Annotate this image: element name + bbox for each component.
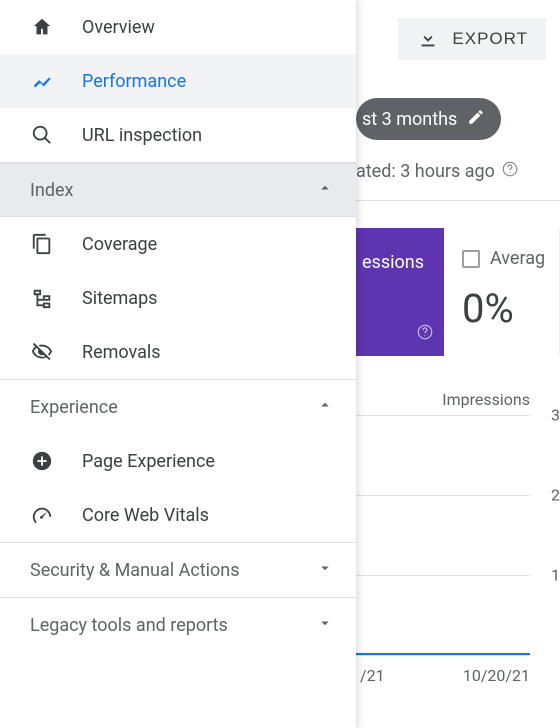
sidebar-item-label: Page Experience	[82, 451, 215, 472]
date-filter-label: st 3 months	[362, 109, 457, 130]
chevron-down-icon	[316, 559, 334, 582]
home-icon	[30, 16, 54, 38]
export-button[interactable]: EXPORT	[398, 18, 546, 60]
sidebar-item-label: Overview	[82, 17, 155, 38]
impressions-chart: Impressions 3 2 1 /21 10/20/21	[356, 390, 560, 688]
section-label: Security & Manual Actions	[30, 560, 240, 581]
section-label: Index	[30, 180, 73, 201]
sidebar-item-label: Removals	[82, 342, 161, 363]
x-tick: 10/20/21	[463, 666, 530, 685]
visibility-off-icon	[30, 341, 54, 363]
section-head-security[interactable]: Security & Manual Actions	[0, 543, 356, 597]
download-icon	[416, 28, 440, 50]
y-tick: 1	[536, 565, 560, 584]
export-label: EXPORT	[452, 29, 528, 49]
section-label: Legacy tools and reports	[30, 615, 228, 636]
help-icon[interactable]	[416, 323, 434, 346]
y-tick: 3	[536, 406, 560, 425]
sidebar-item-label: URL inspection	[82, 125, 202, 146]
sidebar-item-performance[interactable]: Performance	[0, 54, 356, 108]
chevron-up-icon	[316, 396, 334, 419]
x-tick: /21	[360, 666, 385, 685]
search-icon	[30, 124, 54, 146]
sidebar-item-label: Core Web Vitals	[82, 505, 209, 526]
y-tick: 2	[536, 485, 560, 504]
help-icon[interactable]	[501, 160, 519, 183]
checkbox-icon[interactable]	[462, 250, 480, 268]
sidebar-item-core-web-vitals[interactable]: Core Web Vitals	[0, 488, 356, 542]
section-label: Experience	[30, 397, 118, 418]
chart-title: Impressions	[356, 390, 560, 409]
section-head-experience[interactable]: Experience	[0, 380, 356, 434]
sidebar-item-label: Sitemaps	[82, 288, 157, 309]
average-label: Averag	[490, 248, 545, 269]
sidebar-item-url-inspection[interactable]: URL inspection	[0, 108, 356, 162]
sidebar-item-overview[interactable]: Overview	[0, 0, 356, 54]
chevron-down-icon	[316, 614, 334, 637]
sidebar-item-sitemaps[interactable]: Sitemaps	[0, 271, 356, 325]
last-updated-text: ated: 3 hours ago	[356, 161, 495, 182]
sidebar-item-label: Coverage	[82, 234, 157, 255]
impressions-card[interactable]: essions	[356, 228, 444, 356]
last-updated: ated: 3 hours ago	[356, 160, 519, 183]
average-value: 0%	[462, 285, 549, 332]
divider	[356, 200, 560, 201]
sidebar-item-coverage[interactable]: Coverage	[0, 217, 356, 271]
chevron-up-icon	[316, 179, 334, 202]
chart-body: 3 2 1 /21 10/20/21	[356, 415, 560, 655]
speedometer-icon	[30, 504, 54, 526]
section-head-index[interactable]: Index	[0, 163, 356, 217]
sidebar-item-label: Performance	[82, 71, 186, 92]
section-head-legacy[interactable]: Legacy tools and reports	[0, 598, 356, 652]
copy-icon	[30, 233, 54, 255]
chart-series-line	[356, 653, 530, 655]
plus-circle-icon	[30, 450, 54, 472]
sitemap-icon	[30, 287, 54, 309]
sidebar-item-removals[interactable]: Removals	[0, 325, 356, 379]
impressions-label: essions	[362, 252, 438, 273]
edit-icon	[467, 108, 485, 131]
metric-cards: essions Averag 0%	[356, 228, 560, 356]
sidebar: Overview Performance URL inspection Inde…	[0, 0, 356, 728]
sidebar-item-page-experience[interactable]: Page Experience	[0, 434, 356, 488]
date-filter-chip[interactable]: st 3 months	[356, 98, 501, 140]
trending-up-icon	[30, 70, 54, 92]
average-card[interactable]: Averag 0%	[444, 228, 560, 356]
